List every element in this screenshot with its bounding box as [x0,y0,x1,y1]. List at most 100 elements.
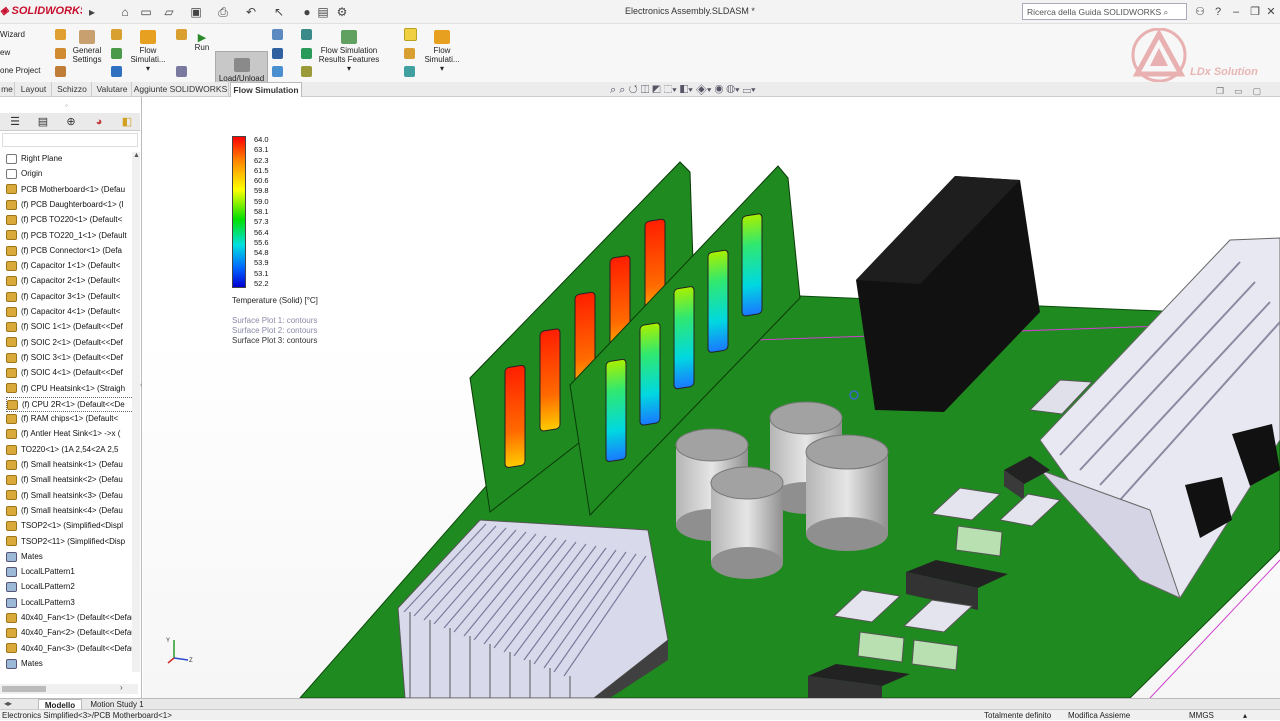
tree-item[interactable]: (f) Small heatsink<3> (Defau [6,489,134,504]
monitor-icon[interactable] [176,66,187,77]
tree-item[interactable]: (f) Small heatsink<2> (Defau [6,473,134,488]
open-folder-icon[interactable]: ▱ [161,4,177,20]
tree-item[interactable]: (f) SOIC 2<1> (Default<<Def [6,336,134,351]
tree-item[interactable]: Mates [6,657,134,672]
file-properties-icon[interactable]: ▤ [315,4,331,20]
boundary-icon[interactable] [111,66,122,77]
horizontal-scroll-thumb[interactable] [2,686,46,692]
tree-vertical-scrollbar[interactable] [132,152,140,672]
tree-item[interactable]: (f) CPU Heatsink<1> (Straigh [6,382,134,397]
tree-item[interactable]: (f) SOIC 1<1> (Default<<Def [6,320,134,335]
ribbon-item-new[interactable]: ew [0,48,10,57]
zoom-area-icon[interactable]: ⌕ [619,84,625,96]
save-icon[interactable]: ▣ [188,4,204,20]
tree-item[interactable]: (f) PCB Connector<1> (Defa [6,244,134,259]
tree-item[interactable]: (f) Capacitor 2<1> (Default< [6,274,134,289]
tab-flow-simulation[interactable]: Flow Simulation [230,82,302,97]
flow-analysis-tab-icon[interactable]: ◧ [114,114,140,130]
tree-item[interactable]: LocalLPattern2 [6,580,134,595]
tree-item[interactable]: 40x40_Fan<1> (Default<<Default [6,611,134,626]
section-view-icon[interactable]: ◫ [641,84,649,96]
tree-item[interactable]: (f) Antler Heat Sink<1> ->x ( [6,427,134,442]
user-icon[interactable]: ⚇ [1193,4,1207,20]
tree-item[interactable]: (f) SOIC 4<1> (Default<<Def [6,366,134,381]
flow-simulation-tools-button[interactable]: Flow Simulati... ▾ [128,30,168,73]
isosurface-icon[interactable] [272,66,283,77]
expand-menu-icon[interactable]: ▸ [84,4,100,20]
zoom-to-fit-icon[interactable]: ⌕ [610,84,616,96]
point-params-icon[interactable] [301,48,312,59]
general-settings-button[interactable]: General Settings [70,30,104,64]
tree-item[interactable]: PCB Motherboard<1> (Defau [6,183,134,198]
tree-item[interactable]: (f) Capacitor 1<1> (Default< [6,259,134,274]
display-style-icon[interactable]: ◧▾ [680,84,693,96]
units-selector[interactable]: MMGS [1189,710,1214,721]
flow-trajectories-icon[interactable] [301,29,312,40]
tab-scroll-left-icon[interactable]: ◂▸ [4,699,12,708]
view-settings-icon[interactable]: ▭▾ [743,84,756,96]
flow-simulation-options-button[interactable]: Flow Simulati... ▾ [422,30,462,73]
wizard-icon[interactable] [55,29,66,40]
viewport-tile-icon[interactable]: ▢ [1253,86,1262,96]
tab-assieme[interactable]: me [0,82,15,97]
tree-item[interactable]: (f) Small heatsink<1> (Defau [6,458,134,473]
new-document-icon[interactable]: ▭ [138,4,154,20]
ribbon-item-wizard[interactable]: Wizard [0,30,25,39]
scroll-up-icon[interactable]: ▲ [133,152,140,159]
tree-item[interactable]: (f) RAM chips<1> (Default< [6,412,134,427]
tree-item[interactable]: 40x40_Fan<2> (Default<<Default [6,626,134,641]
undo-icon[interactable]: ↶ [243,4,259,20]
tree-filter-input[interactable] [2,133,138,147]
options-gear-icon[interactable]: ⚙ [334,4,350,20]
tree-item[interactable]: LocalLPattern3 [6,596,134,611]
tree-item[interactable]: (f) PCB Daughterboard<1> (I [6,198,134,213]
temperature-legend[interactable]: 64.0 63.1 62.3 61.5 60.6 59.8 59.0 58.1 57.3 56.4… [232,136,332,346]
home-icon[interactable]: ⌂ [117,4,133,20]
tab-aggiunte-solidworks[interactable]: Aggiunte SOLIDWORKS [133,82,229,97]
tree-item[interactable]: Mates [6,550,134,565]
tree-item[interactable]: (f) Capacitor 4<1> (Default< [6,305,134,320]
minimize-icon[interactable]: – [1229,4,1243,20]
display-manager-tab-icon[interactable]: ◕ [86,114,112,130]
feature-manager-tab-icon[interactable]: ☰ [2,114,28,130]
select-cursor-icon[interactable]: ↖ [271,4,287,20]
configuration-manager-tab-icon[interactable]: ⊕ [58,114,84,130]
tree-item[interactable]: TSOP2<1> (Simplified<Displ [6,519,134,534]
panel-collapse-icon[interactable]: ◦ [65,101,73,110]
run-button[interactable]: ▶ Run [190,33,214,53]
restore-icon[interactable]: ❐ [1248,4,1262,20]
tree-item[interactable]: Right Plane [6,152,134,167]
goal-plot-icon[interactable] [301,66,312,77]
clone-icon[interactable] [55,66,66,77]
tab-schizzo[interactable]: Schizzo [53,82,92,97]
viewport-restore-icon[interactable]: ❐ [1216,86,1224,96]
traffic-light-icon[interactable]: ● [299,4,315,20]
surface-plot-icon[interactable] [272,48,283,59]
tab-valutare[interactable]: Valutare [93,82,132,97]
tree-item[interactable]: (f) SOIC 3<1> (Default<<Def [6,351,134,366]
dynamic-annotation-icon[interactable]: ◩ [652,84,660,96]
help-icon[interactable]: ? [1211,4,1225,20]
tree-item[interactable]: 40x40_Fan<3> (Default<<Default [6,642,134,657]
close-icon[interactable]: ✕ [1264,4,1278,20]
hide-show-items-icon[interactable]: ◈▾ [696,84,712,96]
search-icon[interactable]: ⌕ [1164,7,1169,17]
view-orientation-icon[interactable]: ⬚▾ [664,84,677,96]
tab-layout[interactable]: Layout [16,82,52,97]
scroll-right-icon[interactable]: › [120,683,123,692]
computational-domain-icon[interactable] [111,29,122,40]
light-bulb-icon[interactable] [404,28,417,41]
previous-view-icon[interactable]: ↺ [628,84,637,96]
transparency-icon[interactable] [404,66,415,77]
results-features-button[interactable]: Flow Simulation Results Features ▾ [316,30,382,73]
fluid-subdomain-icon[interactable] [111,48,122,59]
cut-plot-icon[interactable] [272,29,283,40]
tree-item[interactable]: TSOP2<11> (Simplified<Disp [6,535,134,550]
edit-appearance-icon[interactable]: ◉ [715,84,724,96]
ribbon-item-clone-project[interactable]: one Project [0,66,40,75]
project-icon[interactable] [55,48,66,59]
display-icon[interactable] [404,48,415,59]
tree-item[interactable]: Origin [6,167,134,182]
tree-item[interactable]: (f) CPU 2R<1> (Default<<De [6,396,134,413]
solidworks-logo[interactable]: ◈ SOLIDWORKS [0,4,82,20]
